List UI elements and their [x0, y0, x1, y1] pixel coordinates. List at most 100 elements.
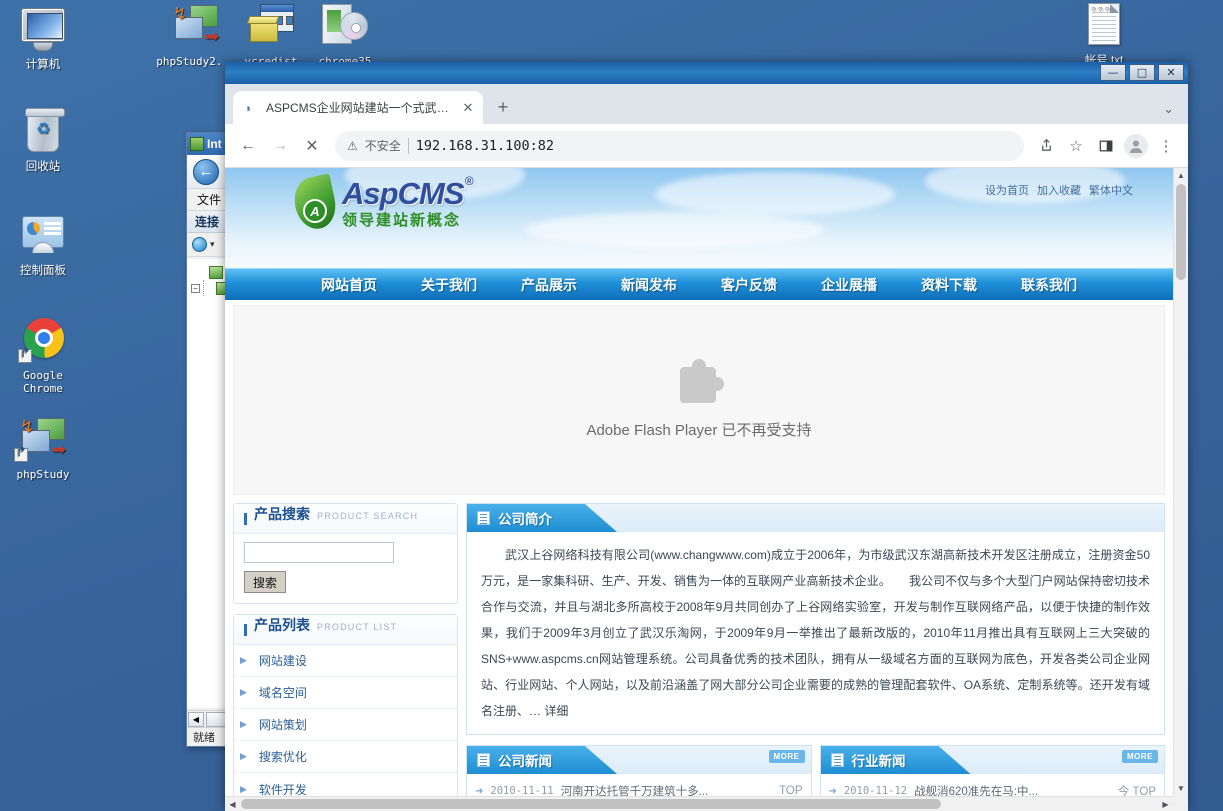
list-item[interactable]: ▶ 域名空间 [234, 677, 457, 709]
box-title: 公司新闻 [498, 754, 552, 769]
search-button[interactable]: 搜索 [244, 571, 287, 593]
forward-button[interactable]: → [265, 131, 295, 161]
nav-item-feedback[interactable]: 客户反馈 [699, 275, 799, 295]
url-text[interactable]: 192.168.31.100:82 [416, 138, 554, 154]
cd-icon [302, 2, 388, 52]
address-bar[interactable]: ⚠ 不安全 192.168.31.100:82 [335, 130, 1024, 161]
more-button[interactable]: MORE [1122, 750, 1158, 763]
link-traditional-chinese[interactable]: 繁体中文 [1089, 182, 1133, 198]
desktop-icon-label: phpStudy [16, 468, 70, 481]
back-button[interactable]: ← [193, 158, 219, 185]
news-title[interactable]: 战舰消620准先在马:中... [914, 783, 1111, 796]
iis-window-title: Int [207, 137, 222, 151]
stop-button[interactable]: ✕ [297, 131, 327, 161]
product-link[interactable]: 网站策划 [259, 716, 307, 733]
product-link[interactable]: 网站建设 [259, 652, 307, 669]
list-item[interactable]: ▶ 网站策划 [234, 709, 457, 741]
link-add-favorite[interactable]: 加入收藏 [1037, 182, 1081, 198]
trademark-symbol: ® [464, 174, 474, 188]
panel-header: 产品列表 PRODUCT LIST [234, 615, 457, 645]
more-button[interactable]: MORE [768, 750, 805, 763]
phpstudy-installer-icon: ↯ ➡ [173, 4, 219, 46]
document-icon [477, 753, 490, 767]
nav-item-downloads[interactable]: 资料下载 [899, 275, 999, 295]
nav-item-about[interactable]: 关于我们 [399, 275, 499, 295]
maximize-button[interactable]: □ [1129, 64, 1155, 81]
list-item[interactable]: ➜ 2010-11-11 河南开达托管千万建筑十多... TOP [475, 778, 803, 796]
nav-item-news[interactable]: 新闻发布 [599, 275, 699, 295]
page-horizontal-scrollbar[interactable]: ◀ ▶ [225, 796, 1173, 811]
browser-menu-icon[interactable]: ⋮ [1152, 132, 1180, 160]
leaf-logo-icon: A [290, 173, 340, 233]
list-item[interactable]: ▶ 网站建设 [234, 645, 457, 677]
tab-strip: ◗ ASPCMS企业网站建站一个式武汉上... ✕ + ⌄ [225, 84, 1188, 124]
chrome-browser-window[interactable]: — □ ✕ ◗ ASPCMS企业网站建站一个式武汉上... ✕ + ⌄ ← → … [225, 62, 1188, 811]
tree-expander[interactable]: − [191, 283, 200, 293]
desktop-icon-recycle-bin[interactable]: 回收站 [0, 108, 86, 174]
desktop-icon-label: 计算机 [25, 59, 61, 71]
control-panel-icon [0, 212, 86, 262]
new-tab-button[interactable]: + [489, 93, 517, 121]
site-logo[interactable]: A AspCMS ® 领导建站新概念 [290, 173, 473, 233]
chevron-down-icon[interactable]: ▾ [210, 239, 215, 250]
desktop-icon-label: 回收站 [25, 161, 61, 173]
scroll-down-button[interactable]: ▼ [1174, 781, 1188, 796]
vertical-scroll-thumb[interactable] [1176, 184, 1186, 280]
menu-item-file[interactable]: 文件 [197, 191, 221, 208]
desktop-icon-phpstudy2[interactable]: ↯ ➡ phpStudy2... [153, 2, 239, 68]
side-panel-icon[interactable] [1092, 132, 1120, 160]
browser-tab[interactable]: ◗ ASPCMS企业网站建站一个式武汉上... ✕ [233, 91, 483, 124]
back-button[interactable]: ← [233, 131, 263, 161]
nav-item-showcase[interactable]: 企业展播 [799, 275, 899, 295]
desktop-icon-phpstudy[interactable]: ↯➡ phpStudy [0, 415, 86, 481]
flash-unsupported-placeholder: Adobe Flash Player 已不再受支持 [233, 305, 1165, 495]
desktop-icon-google-chrome[interactable]: Google Chrome [0, 316, 86, 395]
search-input[interactable] [244, 542, 394, 563]
site-main-nav: 网站首页 关于我们 产品展示 新闻发布 客户反馈 企业展播 资料下载 联系我们 [225, 268, 1173, 300]
desktop-icon-account-txt[interactable]: ○○○ 帐号.txt [1061, 2, 1147, 68]
bookmark-star-icon[interactable]: ☆ [1062, 132, 1090, 160]
product-link[interactable]: 域名空间 [259, 684, 307, 701]
arrow-icon: ➜ [828, 785, 837, 797]
product-list-panel: 产品列表 PRODUCT LIST ▶ 网站建设 ▶ 域名空间 ▶ 网站策划 ▶ 搜索优… [233, 614, 458, 796]
link-set-homepage[interactable]: 设为首页 [985, 182, 1029, 198]
desktop-icon-chrome35[interactable]: chrome35 [302, 2, 388, 68]
panel-title-en: PRODUCT SEARCH [317, 511, 419, 521]
document-icon [830, 753, 844, 767]
brand-tagline: 领导建站新概念 [342, 212, 462, 229]
nav-item-contact[interactable]: 联系我们 [999, 275, 1099, 295]
desktop-icon-computer[interactable]: 计算机 [0, 6, 86, 72]
close-button[interactable]: ✕ [1158, 64, 1184, 81]
chevron-right-icon: ▶ [240, 783, 247, 794]
minimize-button[interactable]: — [1100, 64, 1126, 81]
warning-icon[interactable]: ⚠ [347, 139, 358, 153]
product-link[interactable]: 搜索优化 [259, 748, 307, 765]
globe-icon [192, 237, 207, 252]
horizontal-scroll-thumb[interactable] [241, 799, 941, 809]
desktop-icon-control-panel[interactable]: 控制面板 [0, 212, 86, 278]
window-titlebar[interactable]: — □ ✕ [225, 62, 1188, 84]
page-vertical-scrollbar[interactable]: ▲ ▼ [1173, 168, 1188, 796]
list-item[interactable]: ▶ 软件开发 [234, 773, 457, 797]
desktop: 计算机 回收站 控制面板 Google Chrome ↯➡ phpStudy ↯… [0, 0, 1223, 811]
nav-item-products[interactable]: 产品展示 [499, 275, 599, 295]
share-icon[interactable] [1032, 132, 1060, 160]
profile-avatar[interactable] [1124, 133, 1148, 158]
browser-toolbar: ← → ✕ ⚠ 不安全 192.168.31.100:82 ☆ ⋮ [225, 124, 1188, 168]
tab-search-chevron-down-icon[interactable]: ⌄ [1163, 101, 1174, 117]
flash-unsupported-message: Adobe Flash Player 已不再受支持 [586, 421, 812, 439]
document-icon [477, 511, 490, 525]
nav-item-home[interactable]: 网站首页 [299, 275, 399, 295]
list-item[interactable]: ➜ 2010-11-12 战舰消620准先在马:中... 今 TOP [829, 778, 1157, 796]
box-title: 公司简介 [498, 512, 552, 527]
close-tab-icon[interactable]: ✕ [459, 99, 477, 117]
scroll-right-button[interactable]: ▶ [1158, 797, 1173, 811]
product-link[interactable]: 软件开发 [259, 781, 307, 797]
news-title[interactable]: 河南开达托管千万建筑十多... [561, 783, 772, 796]
scroll-up-button[interactable]: ▲ [1174, 168, 1188, 183]
list-item[interactable]: ▶ 搜索优化 [234, 741, 457, 773]
scroll-left-button[interactable]: ◀ [188, 711, 204, 727]
scroll-left-button[interactable]: ◀ [225, 797, 240, 811]
news-badge: TOP [779, 785, 803, 796]
sidebar: 产品搜索 PRODUCT SEARCH 搜索 产品列表 PRODUCT LIST… [233, 503, 458, 796]
